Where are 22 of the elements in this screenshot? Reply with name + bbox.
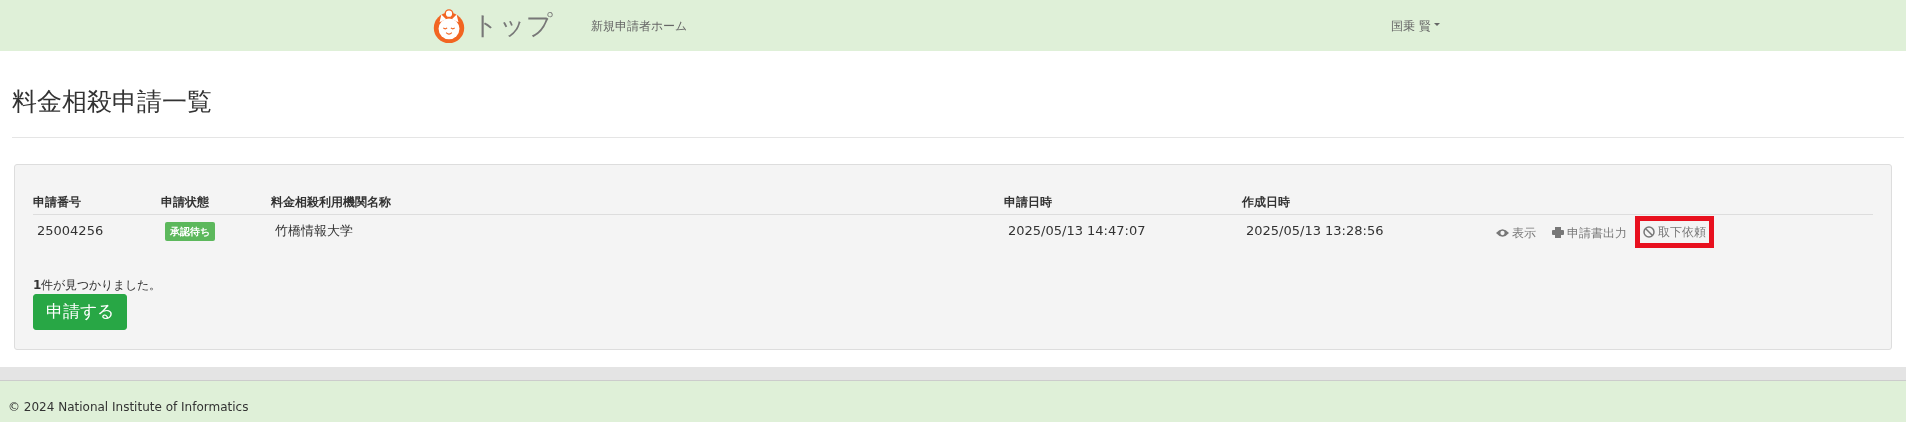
page-title: 料金相殺申請一覧 — [12, 87, 1904, 138]
prohibited-icon — [1643, 226, 1655, 238]
table-cell-text: 2025/05/13 13:28:56 — [1245, 222, 1385, 240]
copyright-text: © 2024 National Institute of Informatics — [8, 399, 249, 416]
nav-link[interactable]: 新規申請者ホーム — [591, 18, 687, 33]
print-link[interactable]: 申請書出力 — [1549, 221, 1630, 244]
table-cell-text: 2025/05/13 14:47:07 — [1007, 222, 1147, 240]
apply-button[interactable]: 申請する — [33, 294, 127, 330]
column-header: 申請状態 — [161, 193, 271, 215]
eye-icon — [1496, 228, 1509, 238]
view-link[interactable]: 表示 — [1493, 222, 1539, 244]
brand-text: トップ — [472, 9, 553, 42]
table-cell-text: 竹橋情報大学 — [274, 222, 354, 240]
status-label: 承認待ち — [165, 222, 215, 241]
column-header: 作成日時 — [1242, 193, 1489, 215]
column-header: 申請日時 — [1004, 193, 1242, 215]
result-count: 1件が見つかりました。 — [33, 277, 163, 294]
table-cell-text: 25004256 — [36, 222, 105, 240]
brand-link[interactable]: トップ — [430, 6, 553, 45]
column-header: 料金相殺利用機関名称 — [271, 193, 1004, 215]
column-header: 申請番号 — [33, 193, 161, 215]
user-menu[interactable]: 国乗 賢 — [1391, 16, 1440, 35]
